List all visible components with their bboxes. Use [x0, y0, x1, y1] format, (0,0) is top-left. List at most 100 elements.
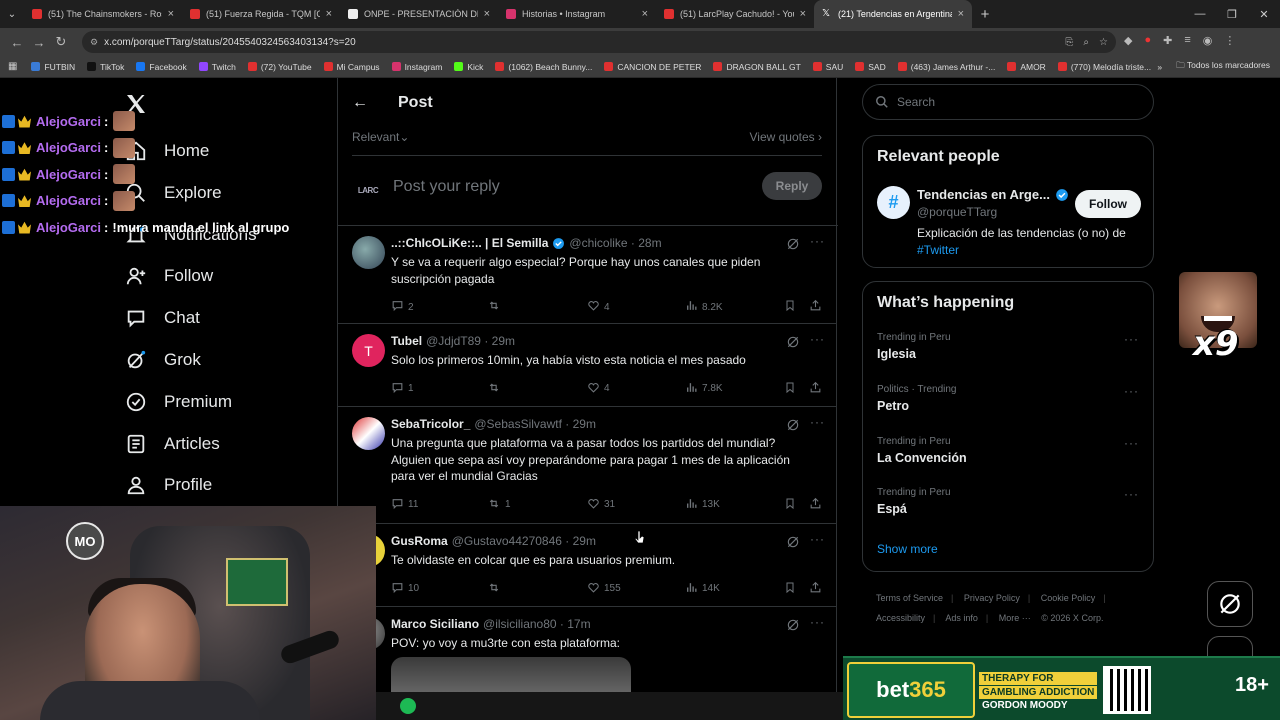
bookmark-item[interactable]: (1062) Beach Bunny... [495, 62, 592, 72]
trend-item[interactable]: Politics · Trending Petro ··· [877, 384, 1141, 413]
bookmark-item[interactable]: SAD [855, 62, 886, 72]
footer-link[interactable]: Accessibility [876, 613, 925, 623]
author-handle[interactable]: @ilsiciliano80 · 17m [483, 617, 591, 631]
bookmark-item[interactable]: SAU [812, 62, 843, 72]
bookmark-item[interactable]: Twitch [198, 62, 236, 72]
close-window-icon[interactable]: ✕ [1248, 8, 1280, 21]
footer-more-link[interactable]: More ··· [999, 613, 1031, 623]
reply-action[interactable]: 2 [391, 299, 414, 315]
repost-action[interactable] [487, 581, 505, 597]
grok-icon[interactable] [786, 618, 800, 632]
nav-explore[interactable]: Explore [124, 179, 222, 207]
view-quotes-link[interactable]: View quotes › [750, 130, 823, 144]
footer-link[interactable]: Terms of Service [876, 593, 943, 603]
author-name[interactable]: SebaTricolor_ [391, 417, 470, 431]
views-action[interactable]: 13K [685, 497, 720, 513]
more-options-icon[interactable]: ··· [1124, 436, 1139, 450]
footer-link[interactable]: Privacy Policy [964, 593, 1020, 603]
close-tab-icon[interactable]: × [642, 8, 648, 20]
reply-tweet[interactable]: GusRoma @Gustavo44270846 · 29m ··· Te olvid… [337, 524, 838, 607]
nav-chat[interactable]: Chat [124, 304, 200, 332]
restore-icon[interactable]: ❐ [1216, 8, 1248, 21]
avatar[interactable] [352, 417, 385, 450]
browser-tab[interactable]: (51) The Chainsmokers - Roses× [24, 0, 182, 28]
back-arrow-icon[interactable]: ← [352, 94, 372, 112]
profile-icon[interactable]: ◉ [1203, 34, 1213, 47]
like-action[interactable]: 4 [587, 299, 610, 315]
bookmark-item[interactable]: FUTBIN [31, 62, 75, 72]
reply-tweet[interactable]: ..::ChIcOLiKe::.. | El Semilla @chicolike… [337, 226, 838, 324]
views-action[interactable]: 7.8K [685, 381, 723, 397]
trend-item[interactable]: Trending in Peru La Convención ··· [877, 436, 1141, 465]
browser-tab[interactable]: (51) LarcPlay Cachudo! - YouTu× [656, 0, 814, 28]
avatar[interactable]: T [352, 334, 385, 367]
bookmark-item[interactable]: CANCION DE PETER [604, 62, 701, 72]
bookmark-action[interactable] [784, 381, 800, 397]
hashtag-link[interactable]: #Twitter [917, 243, 959, 257]
author-handle[interactable]: @Gustavo44270846 · 29m [452, 534, 596, 548]
footer-link[interactable]: Cookie Policy [1041, 593, 1096, 603]
url-bar[interactable]: ⚙ x.com/porqueTTarg/status/2045540324563… [82, 31, 1116, 53]
author-name[interactable]: GusRoma [391, 534, 448, 548]
author-name[interactable]: Tubel [391, 334, 422, 348]
more-options-icon[interactable]: ··· [810, 234, 825, 248]
bookmark-item[interactable]: Kick [454, 62, 483, 72]
avatar[interactable] [352, 236, 385, 269]
trend-item[interactable]: Trending in Peru Iglesia ··· [877, 332, 1141, 361]
bookmark-item[interactable]: (463) James Arthur -... [897, 62, 995, 72]
nav-home[interactable]: Home [124, 137, 209, 165]
spotify-icon[interactable] [400, 698, 416, 714]
new-tab-button[interactable]: + [972, 6, 998, 23]
nav-follow[interactable]: Follow [124, 262, 213, 290]
author-handle[interactable]: @SebasSilvawtf · 29m [474, 417, 596, 431]
nav-premium[interactable]: Premium [124, 388, 232, 416]
grok-icon[interactable] [786, 237, 800, 251]
author-name[interactable]: Marco Siciliano [391, 617, 479, 631]
author-handle[interactable]: @JdjdT89 · 29m [426, 334, 515, 348]
bookmark-item[interactable]: Instagram [391, 62, 442, 72]
extension-icon[interactable]: ● [1144, 34, 1151, 47]
reply-tweet[interactable]: T Tubel @JdjdT89 · 29m ··· Solo los primeros… [337, 324, 838, 407]
person-name[interactable]: Tendencias en Arge... [917, 187, 1069, 202]
author-handle[interactable]: @chicolike · 28m [569, 236, 661, 250]
extensions-puzzle-icon[interactable]: ✚ [1163, 34, 1172, 47]
grok-icon[interactable] [786, 335, 800, 349]
share-action[interactable] [809, 299, 826, 315]
reply-button[interactable]: Reply [762, 172, 822, 200]
grok-icon[interactable] [786, 535, 800, 549]
bookmark-item[interactable]: Mi Campus [323, 62, 380, 72]
browser-tab[interactable]: Historias • Instagram × [498, 0, 656, 28]
more-options-icon[interactable]: ··· [1124, 332, 1139, 346]
like-action[interactable]: 155 [587, 581, 621, 597]
more-options-icon[interactable]: ··· [810, 332, 825, 346]
back-icon[interactable]: ← [6, 35, 28, 50]
browser-tab-active[interactable]: 𝕏 (21) Tendencias en Argentina o × [814, 0, 972, 28]
menu-icon[interactable]: ⋮ [1224, 34, 1235, 47]
views-action[interactable]: 14K [685, 581, 720, 597]
zoom-icon[interactable]: ⌕ [1083, 37, 1089, 48]
nav-grok[interactable]: Grok [124, 346, 201, 374]
extension-icon[interactable]: ◆ [1124, 34, 1132, 47]
repost-action[interactable] [487, 299, 505, 315]
bookmark-item[interactable]: AMOR [1007, 62, 1046, 72]
share-action[interactable] [809, 497, 826, 513]
reload-icon[interactable]: ↻ [50, 34, 72, 50]
bookmark-item[interactable]: TikTok [87, 62, 124, 72]
browser-tab[interactable]: (51) Fuerza Regida - TQM [Offic× [182, 0, 340, 28]
more-options-icon[interactable]: ··· [810, 415, 825, 429]
bookmark-action[interactable] [784, 581, 800, 597]
close-tab-icon[interactable]: × [800, 8, 806, 20]
site-info-icon[interactable]: ⚙ [90, 37, 98, 48]
like-action[interactable]: 31 [587, 497, 615, 513]
views-action[interactable]: 8.2K [685, 299, 723, 315]
bookmark-item[interactable]: DRAGON BALL GT [713, 62, 801, 72]
bookmark-item[interactable]: (770) Melodía triste... [1057, 62, 1151, 72]
reply-tweet[interactable]: SebaTricolor_ @SebasSilvawtf · 29m ··· Una … [337, 407, 838, 524]
reply-action[interactable]: 10 [391, 581, 419, 597]
close-tab-icon[interactable]: × [168, 8, 174, 20]
media-preview[interactable] [391, 657, 631, 697]
all-bookmarks[interactable]: 🗀 Todos los marcadores [1176, 60, 1270, 74]
grok-float-button[interactable] [1207, 581, 1253, 627]
nav-profile[interactable]: Profile [124, 471, 212, 499]
bookmark-action[interactable] [784, 497, 800, 513]
